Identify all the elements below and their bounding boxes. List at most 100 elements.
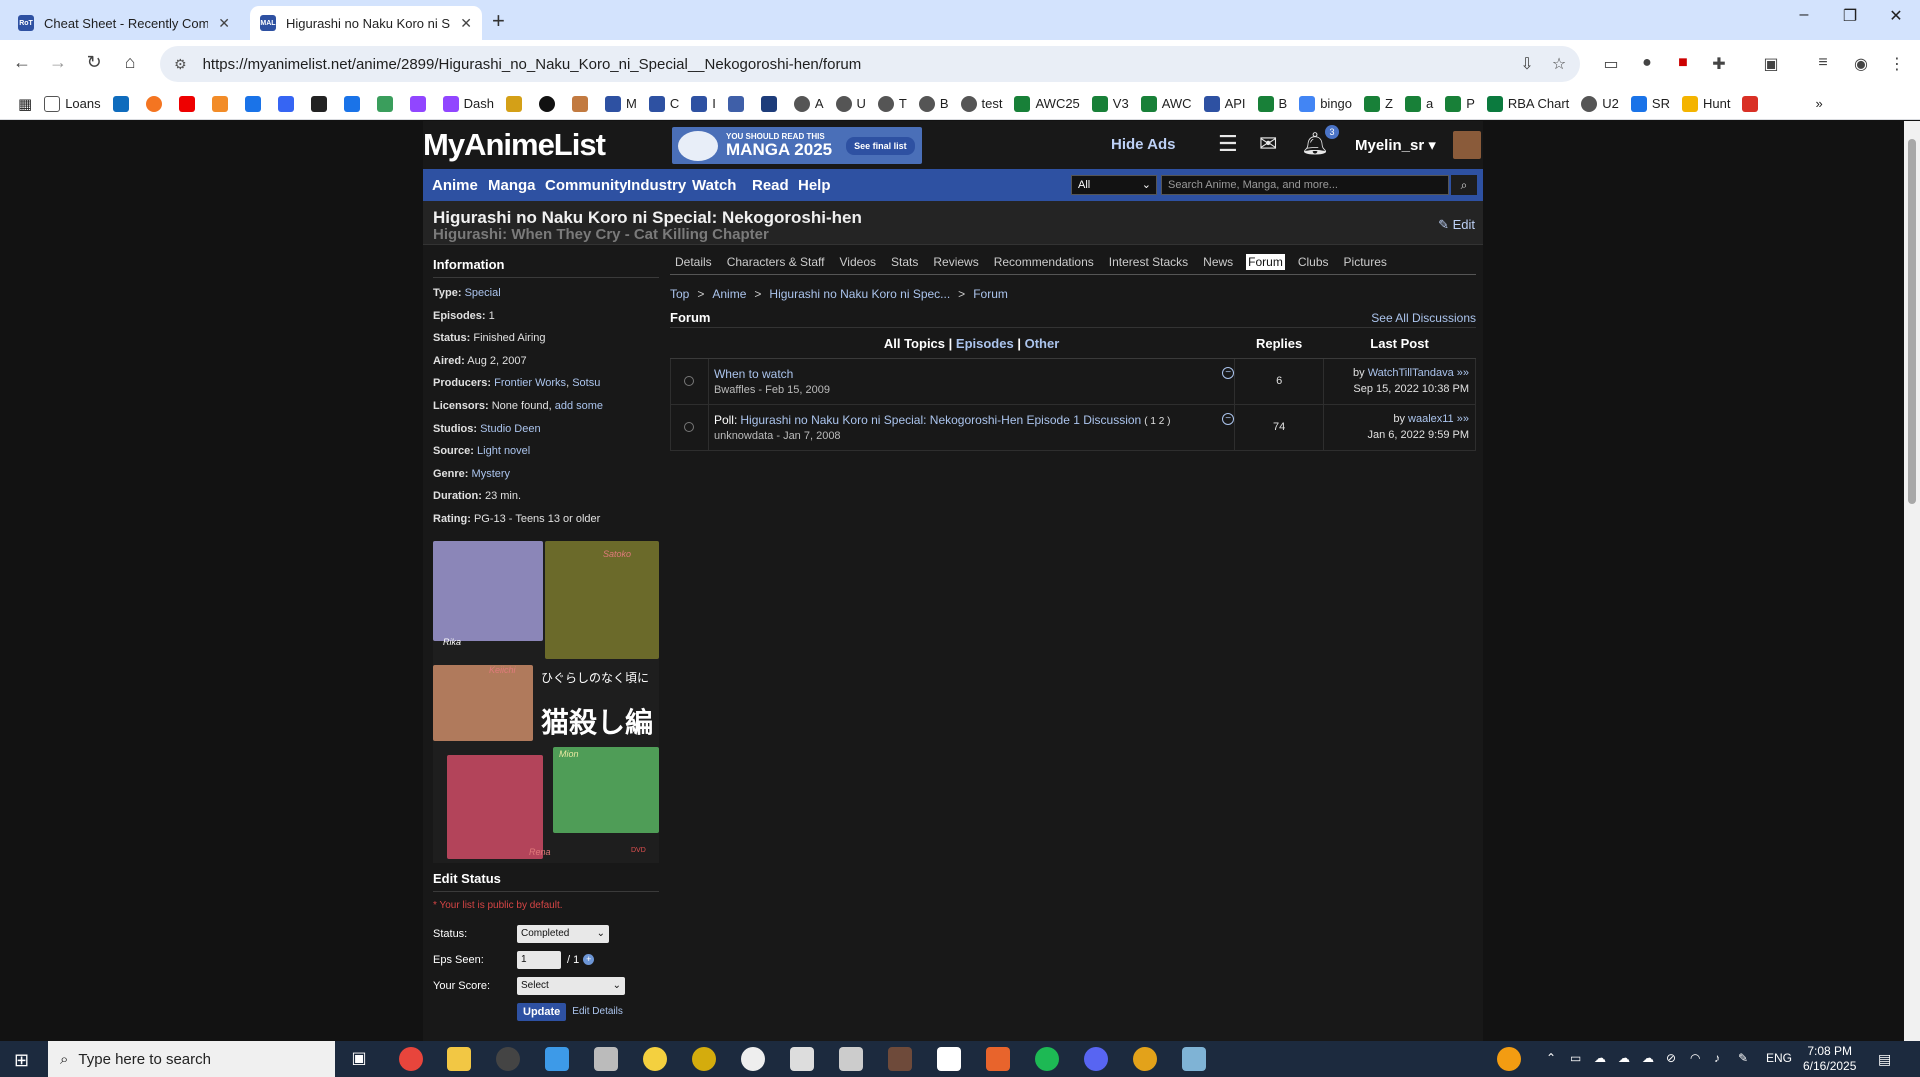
profile-avatar-icon[interactable]: ◉ <box>1850 54 1872 74</box>
extension-dark-icon[interactable]: ● <box>1636 54 1658 72</box>
mail-icon[interactable]: ✉ <box>1259 131 1277 157</box>
chrome-icon[interactable] <box>399 1047 423 1071</box>
clock[interactable]: 7:08 PM 6/16/2025 <box>1803 1044 1856 1074</box>
cover-image[interactable]: Rika Satoko Keiichi Mion Rena ひぐらしのなく頃に … <box>433 540 659 863</box>
app-notes-icon[interactable] <box>1182 1047 1206 1071</box>
banner-button[interactable]: See final list <box>846 136 915 155</box>
bookmark-star-icon[interactable]: ☆ <box>1548 54 1570 74</box>
hex-icon[interactable] <box>376 95 398 112</box>
type-link[interactable]: Special <box>465 287 501 299</box>
calendar-icon[interactable] <box>1742 95 1763 112</box>
collapse-icon[interactable]: − <box>1222 412 1235 425</box>
wifi-icon[interactable]: ◠ <box>1690 1051 1700 1065</box>
app-save2-icon[interactable] <box>839 1047 863 1071</box>
nav-community[interactable]: Community <box>545 177 628 194</box>
subtab-pictures[interactable]: Pictures <box>1342 254 1389 270</box>
bookmark-api[interactable]: API <box>1203 95 1246 112</box>
breadcrumb-title[interactable]: Higurashi no Naku Koro ni Spec... <box>769 287 950 301</box>
new-tab-button[interactable]: + <box>492 8 505 34</box>
notifications-icon[interactable]: ▤ <box>1878 1051 1891 1068</box>
outlook-icon[interactable] <box>112 95 134 112</box>
subtab-stats[interactable]: Stats <box>889 254 920 270</box>
subtab-recommendations[interactable]: Recommendations <box>992 254 1096 270</box>
subtab-news[interactable]: News <box>1201 254 1235 270</box>
apps-grid-icon[interactable]: ▦ <box>18 95 32 113</box>
breadcrumb-forum[interactable]: Forum <box>973 287 1008 301</box>
filter-other[interactable]: Other <box>1025 336 1060 351</box>
bookmark-z[interactable]: Z <box>1364 95 1393 112</box>
score-select[interactable]: Select ⌄ <box>517 976 625 995</box>
window-close-icon[interactable]: ✕ <box>1876 6 1916 26</box>
bookmark-m[interactable]: M <box>604 95 637 112</box>
subtab-forum[interactable]: Forum <box>1246 253 1285 270</box>
volume-icon[interactable]: ♪ <box>1714 1051 1720 1065</box>
file-explorer-icon[interactable] <box>447 1047 471 1071</box>
collapse-icon[interactable]: − <box>1222 366 1235 379</box>
app-coin-icon[interactable] <box>1133 1047 1157 1071</box>
app-save-icon[interactable] <box>790 1047 814 1071</box>
trophy-icon[interactable] <box>505 95 527 112</box>
go-to-last-post-icon[interactable]: »» <box>1457 413 1469 425</box>
nav-watch[interactable]: Watch <box>692 177 736 194</box>
filter-episodes[interactable]: Episodes <box>956 336 1014 351</box>
search-input[interactable]: Search Anime, Manga, and more... <box>1161 175 1449 195</box>
bookmark-u[interactable]: U <box>835 95 866 112</box>
spotify-icon[interactable] <box>1035 1047 1059 1071</box>
tray-cloud-icon[interactable]: ☁ <box>1618 1051 1630 1065</box>
subtab-characters-staff[interactable]: Characters & Staff <box>725 254 827 270</box>
nav-manga[interactable]: Manga <box>488 177 536 194</box>
tray-camera-off-icon[interactable]: ⊘ <box>1666 1051 1676 1065</box>
bookmark-a[interactable]: A <box>793 95 824 112</box>
rot-icon[interactable] <box>727 95 749 112</box>
windows-start-icon[interactable]: ⊞ <box>14 1050 29 1071</box>
app-doc-icon[interactable] <box>937 1047 961 1071</box>
search-type-select[interactable]: All ⌄ <box>1071 175 1157 195</box>
address-bar[interactable]: ⚙ https://myanimelist.net/anime/2899/Hig… <box>160 46 1580 82</box>
ebay-icon[interactable] <box>277 95 299 112</box>
bookmark-c[interactable]: C <box>648 95 679 112</box>
dark-circle-icon[interactable] <box>538 95 560 112</box>
topic-title-link[interactable]: When to watch <box>714 367 793 381</box>
bookmark-awc25[interactable]: AWC25 <box>1014 95 1080 112</box>
genre-link[interactable]: Mystery <box>472 468 511 480</box>
menu-kebab-icon[interactable]: ⋮ <box>1886 54 1908 74</box>
eps-seen-input[interactable]: 1 <box>517 950 561 969</box>
topic-author[interactable]: unknowdata <box>714 430 773 442</box>
shield-icon[interactable] <box>343 95 365 112</box>
nav-industry[interactable]: Industry <box>627 177 686 194</box>
app-game-icon[interactable] <box>888 1047 912 1071</box>
minimize-icon[interactable]: – <box>1784 6 1824 24</box>
topic-radio[interactable] <box>684 422 695 432</box>
discord-icon[interactable] <box>1084 1047 1108 1071</box>
amazon-icon[interactable] <box>310 95 332 112</box>
bookmark-u2[interactable]: U2 <box>1581 95 1619 112</box>
home-icon[interactable]: ⌂ <box>118 52 142 73</box>
reading-list-icon[interactable]: ▣ <box>1760 54 1782 74</box>
topic-author[interactable]: Bwaffles <box>714 384 755 396</box>
weather-icon[interactable] <box>1497 1047 1521 1071</box>
subtab-interest-stacks[interactable]: Interest Stacks <box>1107 254 1190 270</box>
update-button[interactable]: Update <box>517 1002 567 1021</box>
subtab-reviews[interactable]: Reviews <box>931 254 980 270</box>
scrollbar-thumb[interactable] <box>1908 139 1916 504</box>
avatar[interactable] <box>1453 131 1481 159</box>
see-all-discussions-link[interactable]: See All Discussions <box>1371 311 1476 325</box>
bookmark-awc[interactable]: AWC <box>1140 95 1192 112</box>
subtab-details[interactable]: Details <box>673 254 714 270</box>
bookmark-b2[interactable]: B <box>1257 95 1287 112</box>
bookmark-hunt[interactable]: Hunt <box>1681 95 1730 112</box>
tray-device-icon[interactable]: ▭ <box>1570 1051 1581 1065</box>
bookmark-t[interactable]: T <box>877 95 907 112</box>
studio-link[interactable]: Studio Deen <box>480 423 541 435</box>
back-icon[interactable]: ← <box>10 52 34 73</box>
tab-cheat-sheet[interactable]: RoT Cheat Sheet - Recently Complet ✕ <box>8 6 240 40</box>
app-orange-icon[interactable] <box>986 1047 1010 1071</box>
forward-icon[interactable]: → <box>46 52 70 73</box>
breadcrumb-top[interactable]: Top <box>670 287 689 301</box>
crunchyroll-icon[interactable] <box>145 95 167 112</box>
app-photo-icon[interactable] <box>594 1047 618 1071</box>
status-select[interactable]: Completed ⌄ <box>517 924 609 943</box>
app-gear-icon[interactable] <box>692 1047 716 1071</box>
source-link[interactable]: Light novel <box>477 445 530 457</box>
last-post-user-link[interactable]: waalex11 <box>1408 413 1454 425</box>
